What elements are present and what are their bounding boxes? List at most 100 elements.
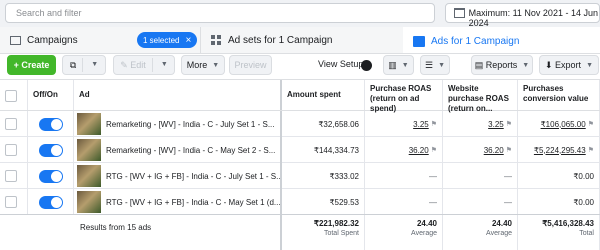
col-ad[interactable]: Ad	[74, 80, 282, 110]
ad-name[interactable]: RTG - [WV + IG + FB] - India - C - July …	[106, 172, 280, 181]
row-roas-cell: 3.25 ⚑	[365, 111, 443, 137]
level-tabs: Campaigns 1 selected × Ad sets for 1 Cam…	[0, 27, 600, 54]
ad-name[interactable]: RTG - [WV + IG + FB] - India - C - May S…	[106, 198, 280, 207]
table-footer: Results from 15 ads ₹221,982.32 Total Sp…	[0, 214, 600, 250]
website-roas-value: 36.20	[483, 145, 504, 155]
export-label: Export	[555, 60, 582, 70]
date-range-label: Maximum: 11 Nov 2021 - 14 Jun 2024	[468, 8, 598, 28]
row-ad-cell[interactable]: Remarketing - [WV] - India - C - May Set…	[74, 137, 282, 163]
row-ad-cell[interactable]: RTG - [WV + IG + FB] - India - C - July …	[74, 163, 282, 189]
breakdown-button[interactable]: ☰ ▼	[420, 55, 450, 75]
footer-roas-value: 24.40	[416, 219, 437, 228]
table-row[interactable]: RTG - [WV + IG + FB] - India - C - May S…	[0, 189, 600, 215]
create-button[interactable]: + Create	[7, 55, 56, 75]
info-icon: ⚑	[430, 121, 437, 128]
table-row[interactable]: RTG - [WV + IG + FB] - India - C - July …	[0, 163, 600, 189]
website-roas-value: 3.25	[488, 119, 504, 129]
ad-thumbnail	[77, 191, 101, 213]
tab-campaigns[interactable]: Campaigns 1 selected ×	[0, 27, 200, 53]
reports-button[interactable]: ▤ Reports ▼	[471, 55, 533, 75]
row-checkbox[interactable]	[5, 118, 17, 130]
row-ad-cell[interactable]: Remarketing - [WV] - India - C - July Se…	[74, 111, 282, 137]
table-row[interactable]: Remarketing - [WV] - India - C - May Set…	[0, 137, 600, 163]
col-purchase-roas[interactable]: Purchase ROAS (return on ad spend)	[365, 80, 443, 113]
export-button[interactable]: ⬇ Export ▼	[539, 55, 599, 75]
edit-button[interactable]: ✎ Edit ▼	[113, 55, 175, 75]
amount-spent-value: ₹529.53	[329, 197, 359, 207]
search-input[interactable]: Search and filter	[5, 3, 435, 23]
reports-icon: ▤	[474, 59, 486, 70]
chevron-down-icon: ▼	[586, 61, 593, 69]
on-off-toggle[interactable]	[38, 169, 63, 183]
on-off-toggle[interactable]	[38, 143, 63, 157]
chevron-down-icon: ▼	[212, 61, 220, 69]
duplicate-button[interactable]: ⧉ ▼	[62, 55, 106, 75]
on-off-toggle[interactable]	[38, 117, 63, 131]
row-select-cell	[0, 137, 28, 163]
footer-web-roas: 24.40 Average	[443, 215, 518, 250]
select-all-checkbox[interactable]	[5, 90, 17, 102]
footer-roas-sub: Average	[411, 230, 437, 237]
website-roas-value: —	[504, 197, 512, 207]
row-roas-cell: —	[365, 189, 443, 215]
purchases-value: ₹106,065.00	[540, 119, 586, 129]
pencil-icon: ✎	[120, 59, 131, 70]
view-setup-toggle[interactable]	[361, 60, 372, 71]
purchase-roas-value: —	[429, 171, 437, 181]
preview-button[interactable]: Preview	[229, 55, 272, 75]
amount-spent-value: ₹32,658.06	[318, 119, 359, 129]
info-icon: ⚑	[587, 121, 594, 128]
row-web-roas-cell: —	[443, 163, 518, 189]
row-value-cell: ₹0.00	[518, 189, 600, 215]
row-value-cell: ₹0.00	[518, 163, 600, 189]
col-purchases-value[interactable]: Purchases conversion value	[518, 80, 600, 110]
purchases-value: ₹5,224,295.43	[533, 145, 586, 155]
ad-thumbnail	[77, 139, 101, 161]
on-off-toggle[interactable]	[38, 195, 63, 209]
row-checkbox[interactable]	[5, 196, 17, 208]
ad-thumbnail	[77, 165, 101, 187]
row-ad-cell[interactable]: RTG - [WV + IG + FB] - India - C - May S…	[74, 189, 282, 215]
footer-spent: ₹221,982.32 Total Spent	[282, 215, 365, 250]
ad-icon	[413, 35, 425, 47]
chevron-down-icon: ▼	[160, 61, 168, 68]
tab-ads[interactable]: Ads for 1 Campaign	[403, 27, 600, 53]
table-row[interactable]: Remarketing - [WV] - India - C - July Se…	[0, 111, 600, 137]
row-toggle-cell	[28, 111, 74, 137]
col-off-on[interactable]: Off/On	[28, 80, 74, 110]
more-button[interactable]: More ▼	[181, 55, 225, 75]
info-icon: ⚑	[505, 147, 512, 154]
info-icon: ⚑	[430, 147, 437, 154]
row-checkbox[interactable]	[5, 144, 17, 156]
row-toggle-cell	[28, 189, 74, 215]
row-select-cell	[0, 189, 28, 215]
tab-adsets[interactable]: Ad sets for 1 Campaign	[200, 27, 400, 53]
tab-ads-label: Ads for 1 Campaign	[431, 35, 520, 47]
row-select-cell	[0, 163, 28, 189]
col-website-roas[interactable]: Website purchase ROAS (return on...	[443, 80, 518, 113]
purchase-roas-value: —	[429, 197, 437, 207]
row-spent-cell: ₹144,334.73	[282, 137, 365, 163]
tab-campaigns-label: Campaigns	[27, 34, 78, 46]
more-label: More	[186, 60, 208, 70]
ad-name[interactable]: Remarketing - [WV] - India - C - May Set…	[106, 146, 275, 155]
amount-spent-value: ₹144,334.73	[313, 145, 359, 155]
col-amount-spent[interactable]: Amount spent	[282, 80, 365, 110]
row-spent-cell: ₹333.02	[282, 163, 365, 189]
date-range-picker[interactable]: Maximum: 11 Nov 2021 - 14 Jun 2024	[445, 3, 600, 28]
ad-name[interactable]: Remarketing - [WV] - India - C - July Se…	[106, 120, 275, 129]
row-checkbox[interactable]	[5, 170, 17, 182]
top-bar: Search and filter Maximum: 11 Nov 2021 -…	[0, 0, 600, 28]
view-setup-label: View Setup	[318, 59, 364, 69]
purchase-roas-value: 36.20	[408, 145, 429, 155]
close-icon[interactable]: ×	[185, 35, 191, 46]
reports-label: Reports	[485, 60, 518, 70]
info-icon: ⚑	[505, 121, 512, 128]
edit-label: Edit	[130, 60, 146, 70]
columns-button[interactable]: ▥ ▼	[383, 55, 414, 75]
footer-roas: 24.40 Average	[365, 215, 443, 250]
row-select-cell	[0, 111, 28, 137]
selected-chip-label: 1 selected	[143, 35, 180, 45]
website-roas-value: —	[504, 171, 512, 181]
selected-chip[interactable]: 1 selected ×	[137, 32, 198, 48]
